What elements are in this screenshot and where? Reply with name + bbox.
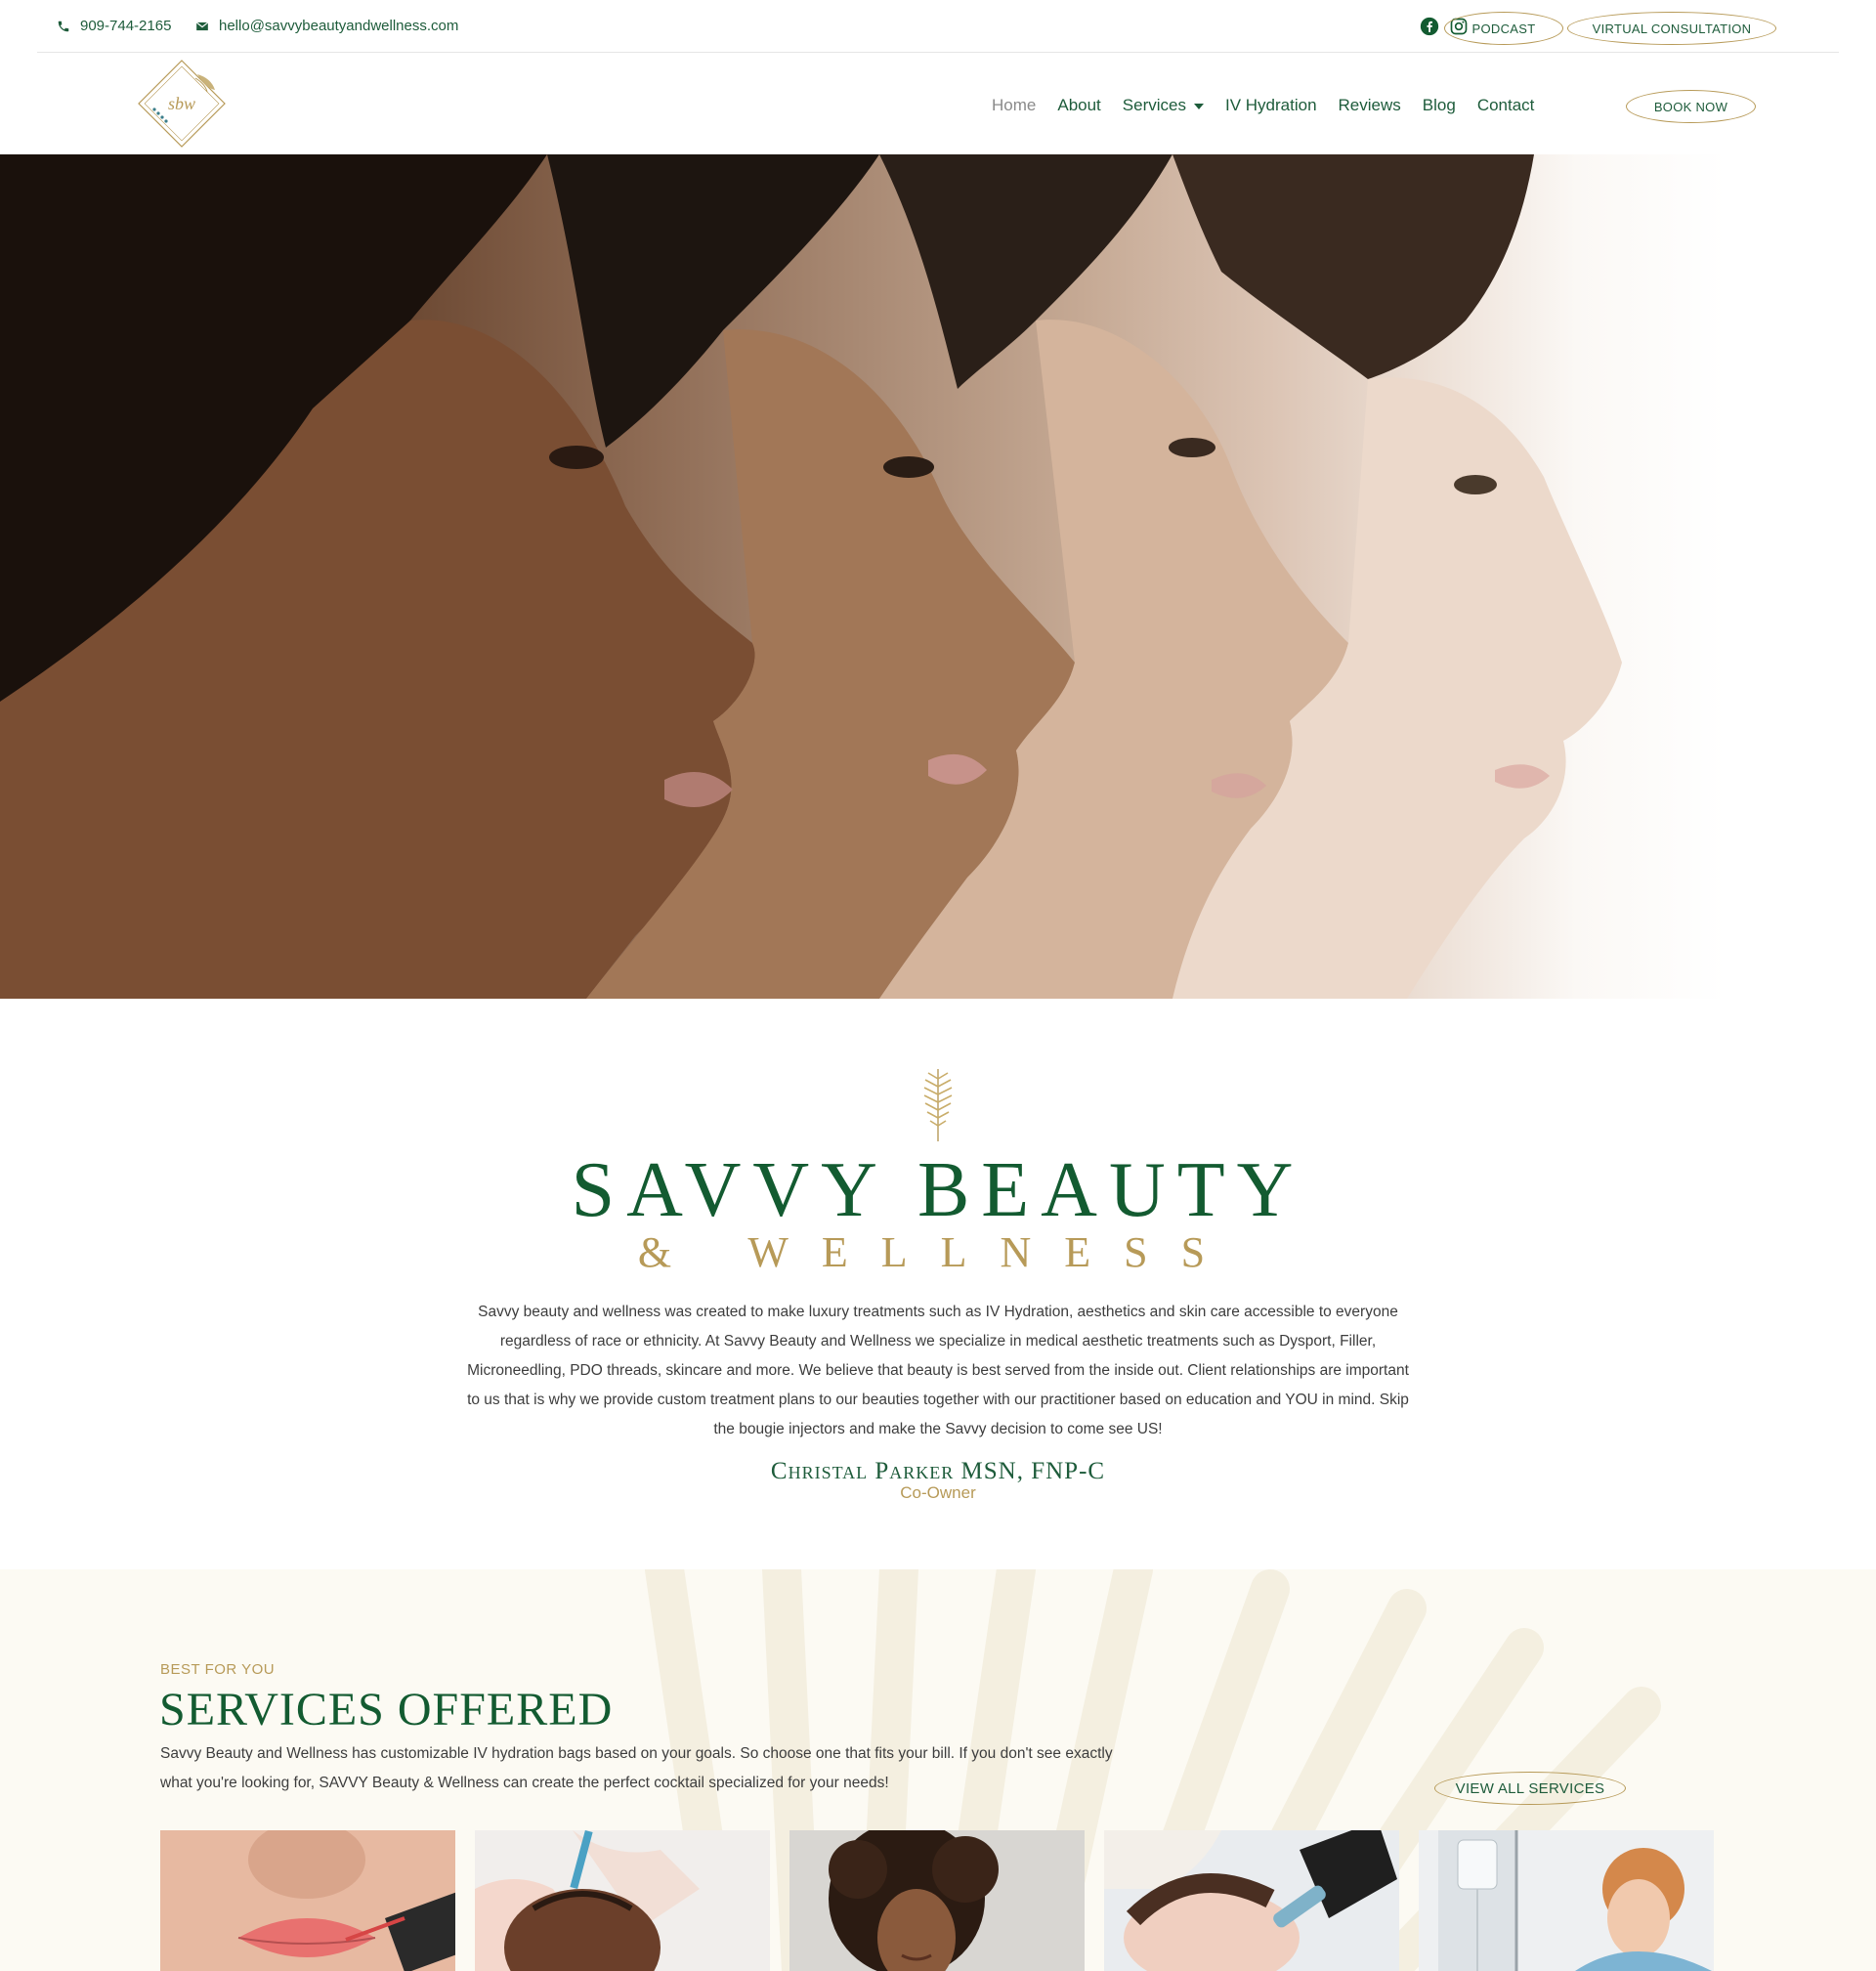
injection-treatment-image xyxy=(475,1830,770,1971)
nav-about-label: About xyxy=(1057,96,1101,114)
hero-faces-illustration xyxy=(0,154,1622,999)
service-card-microneedling[interactable] xyxy=(1104,1830,1399,1971)
nav-reviews-label: Reviews xyxy=(1338,96,1401,114)
nav-contact-label: Contact xyxy=(1476,96,1535,114)
phone-icon xyxy=(58,21,69,31)
signature-name: Christal Parker MSN, FNP-C xyxy=(770,1458,1106,1484)
nav-about[interactable]: About xyxy=(1057,96,1100,115)
curly-hair-woman-image xyxy=(789,1830,1085,1971)
view-all-services-button[interactable]: VIEW ALL SERVICES xyxy=(1434,1772,1626,1805)
nav-contact[interactable]: Contact xyxy=(1477,96,1535,115)
nav-home-label: Home xyxy=(992,96,1037,114)
brand-title: SAVVY BEAUTY xyxy=(571,1147,1305,1233)
brand-subtitle: & WELLNESS xyxy=(637,1228,1239,1276)
email-link[interactable]: hello@savvybeautyandwellness.com xyxy=(195,18,458,34)
facebook-link[interactable] xyxy=(1420,17,1439,36)
nav-home[interactable]: Home xyxy=(992,96,1036,115)
nav-services-label: Services xyxy=(1122,96,1186,114)
services-title: SERVICES OFFERED xyxy=(159,1684,614,1735)
service-card-lip-filler[interactable] xyxy=(160,1830,455,1971)
service-card-injection[interactable] xyxy=(475,1830,770,1971)
hero-image xyxy=(0,154,1876,999)
about-paragraph: Savvy beauty and wellness was created to… xyxy=(467,1304,1409,1437)
service-cards xyxy=(160,1830,1718,1971)
nav-blog-label: Blog xyxy=(1422,96,1456,114)
logo-mark: sbw xyxy=(138,60,226,148)
service-card-skin-care[interactable] xyxy=(789,1830,1085,1971)
services-eyebrow: BEST FOR YOU xyxy=(160,1661,276,1678)
signature-role: Co-Owner xyxy=(900,1483,976,1502)
microneedling-image xyxy=(1104,1830,1399,1971)
facebook-icon xyxy=(1420,17,1439,36)
logo-monogram: sbw xyxy=(168,94,195,113)
services-description: Savvy Beauty and Wellness has customizab… xyxy=(160,1745,1113,1791)
phone-number: 909-744-2165 xyxy=(80,18,172,34)
book-now-button[interactable]: BOOK NOW xyxy=(1626,90,1756,123)
chevron-down-icon xyxy=(1193,104,1204,109)
site-logo[interactable]: sbw xyxy=(135,57,229,150)
nav-iv-hydration[interactable]: IV Hydration xyxy=(1225,96,1317,115)
iv-hydration-image xyxy=(1419,1830,1714,1971)
phone-link[interactable]: 909-744-2165 xyxy=(57,18,171,34)
virtual-consultation-button[interactable]: VIRTUAL CONSULTATION xyxy=(1567,12,1776,45)
nav-reviews[interactable]: Reviews xyxy=(1339,96,1401,115)
podcast-button[interactable]: PODCAST xyxy=(1444,12,1563,45)
nav-services[interactable]: Services xyxy=(1123,96,1204,115)
email-address: hello@savvybeautyandwellness.com xyxy=(219,18,459,34)
main-nav: Home About Services IV Hydration Reviews… xyxy=(992,96,1556,115)
lip-filler-image xyxy=(160,1830,455,1971)
leaf-icon xyxy=(920,1065,956,1143)
envelope-icon xyxy=(195,21,209,30)
service-card-iv-hydration[interactable] xyxy=(1419,1830,1714,1971)
nav-blog[interactable]: Blog xyxy=(1423,96,1456,115)
nav-iv-hydration-label: IV Hydration xyxy=(1224,96,1317,114)
